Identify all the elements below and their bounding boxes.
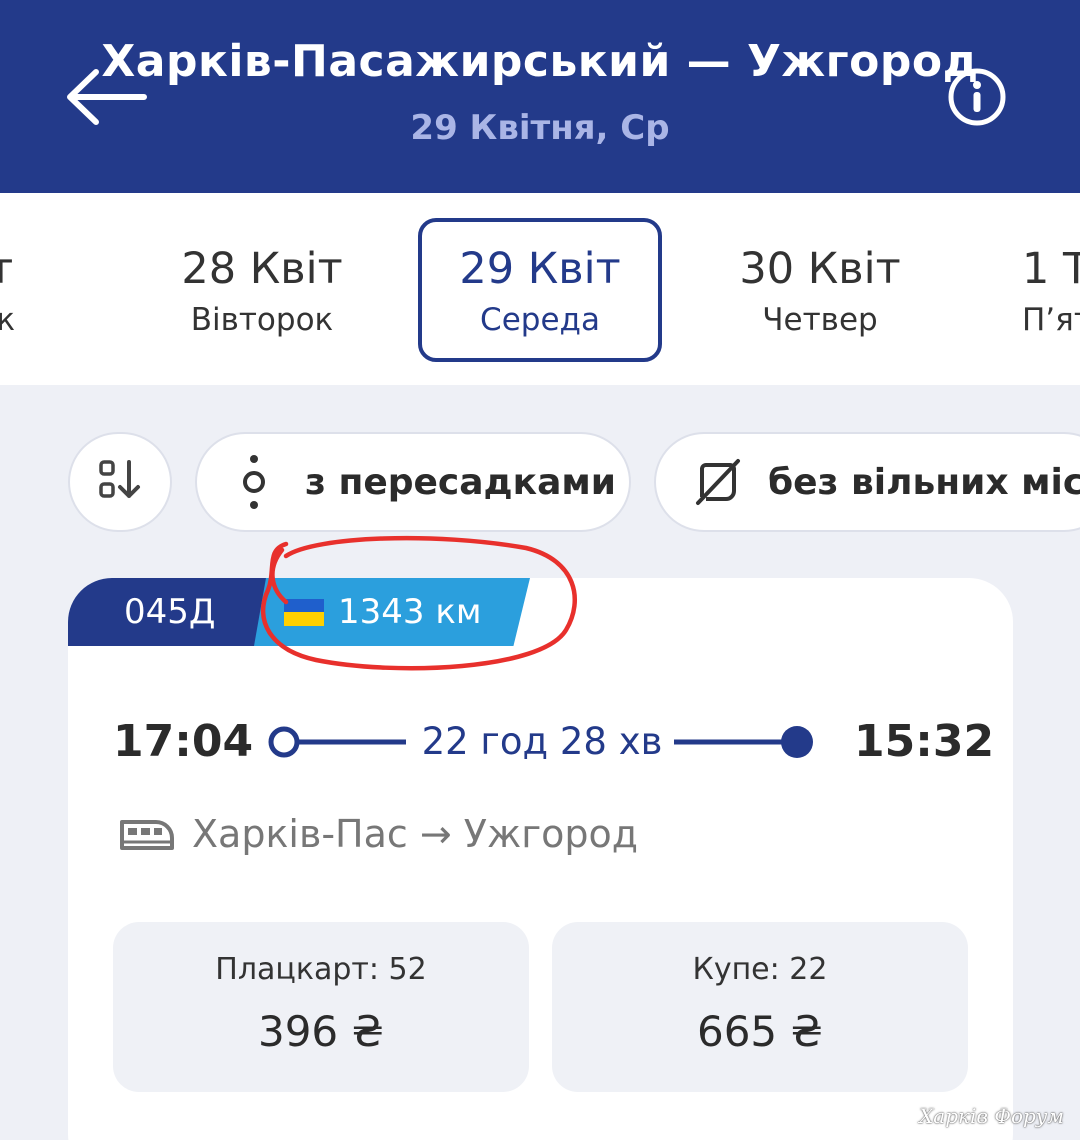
date-tab-day: віт	[0, 244, 14, 294]
date-tab-30[interactable]: 30 Квіт Четвер	[698, 218, 942, 362]
date-tab-29-selected[interactable]: 29 Квіт Середа	[418, 218, 662, 362]
distance-label: 1343 км	[338, 592, 482, 632]
fare-kupe[interactable]: Купе: 22 665 ₴	[552, 922, 968, 1092]
watermark: Харків Форум	[919, 1104, 1064, 1128]
no-seats-icon	[692, 457, 742, 507]
filter-no-free-seats[interactable]: без вільних місц	[654, 432, 1080, 532]
ukraine-flag-icon	[284, 598, 324, 626]
date-tab-day: 28 Квіт	[181, 244, 343, 294]
date-tab-day: 1 Т	[1022, 244, 1080, 294]
filter-with-transfers-label: з пересадками	[305, 461, 617, 503]
fare-price: 396 ₴	[257, 1007, 385, 1056]
train-icon	[120, 820, 174, 850]
date-tab-day: 29 Квіт	[459, 244, 621, 294]
date-selector: віт ілок 28 Квіт Вівторок 29 Квіт Середа…	[0, 193, 1080, 385]
sort-icon	[98, 458, 142, 506]
page-title: Харків-Пасажирський — Ужгород	[101, 36, 979, 87]
fare-class-label: Плацкарт: 52	[215, 952, 427, 987]
filter-with-transfers[interactable]: з пересадками	[195, 432, 631, 532]
fare-class-label: Купе: 22	[692, 952, 828, 987]
date-tab-weekday: ілок	[0, 302, 16, 338]
filter-no-free-seats-label: без вільних місц	[768, 461, 1080, 503]
date-tab-weekday: Середа	[480, 302, 600, 338]
date-tab-1[interactable]: 1 Т П’ят	[982, 218, 1080, 362]
header-bar: Харків-Пасажирський — Ужгород 29 Квітня,…	[0, 0, 1080, 193]
route-label: Харків-Пас → Ужгород	[192, 812, 639, 856]
fare-price: 665 ₴	[696, 1007, 824, 1056]
page-subtitle-date: 29 Квітня, Ср	[410, 108, 670, 148]
fare-platskart[interactable]: Плацкарт: 52 396 ₴	[113, 922, 529, 1092]
date-tab-27[interactable]: віт ілок	[0, 218, 104, 362]
date-tab-28[interactable]: 28 Квіт Вівторок	[140, 218, 384, 362]
distance-badge: 1343 км	[254, 578, 530, 646]
train-number-badge: 045Д	[68, 578, 288, 646]
arrival-time: 15:32	[854, 716, 995, 767]
info-icon[interactable]	[946, 66, 1008, 128]
date-tab-weekday: Четвер	[762, 302, 878, 338]
travel-duration: 22 год 28 хв	[421, 720, 663, 763]
transfer-icon	[239, 454, 269, 510]
date-tab-day: 30 Квіт	[739, 244, 901, 294]
date-tab-weekday: Вівторок	[190, 302, 334, 338]
departure-time: 17:04	[113, 716, 254, 767]
date-tab-weekday: П’ят	[1022, 302, 1080, 338]
sort-button[interactable]	[68, 432, 172, 532]
